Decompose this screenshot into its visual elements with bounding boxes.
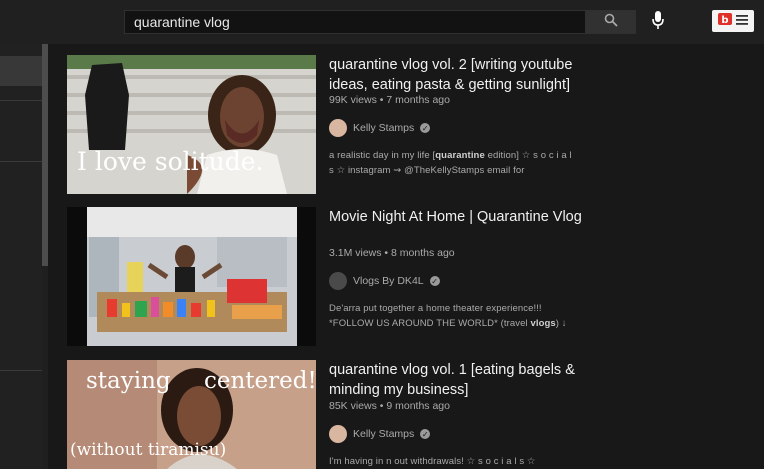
voice-search-button[interactable] <box>648 10 668 34</box>
video-description: a realistic day in my life [quarantine e… <box>329 150 572 176</box>
svg-text:b: b <box>721 15 728 25</box>
avatar[interactable] <box>329 425 347 443</box>
menu-icon <box>736 12 748 30</box>
video-meta: 3.1M views • 8 months ago <box>329 247 455 259</box>
video-description: I'm having in n out withdrawals! ☆ s o c… <box>329 456 536 467</box>
extension-button[interactable]: b <box>712 10 754 32</box>
thumbnail-caption: (without tiramisu) <box>70 440 227 460</box>
scrollbar-thumb[interactable] <box>42 44 48 266</box>
video-title[interactable]: quarantine vlog vol. 1 [eating bagels & … <box>329 360 584 400</box>
channel-link[interactable]: Kelly Stamps ✓ <box>329 425 431 443</box>
channel-name[interactable]: Kelly Stamps <box>353 428 414 440</box>
video-thumbnail[interactable]: staying centered! (without tiramisu) <box>67 360 316 469</box>
channel-link[interactable]: Vlogs By DK4L ✓ <box>329 272 440 290</box>
top-bar: quarantine vlog b <box>0 0 764 44</box>
sidebar-divider <box>0 100 42 101</box>
sidebar-item-active[interactable] <box>0 56 42 86</box>
thumbnail-caption: centered! <box>204 368 316 394</box>
video-meta: 85K views • 9 months ago <box>329 400 450 412</box>
avatar[interactable] <box>329 272 347 290</box>
video-title[interactable]: Movie Night At Home | Quarantine Vlog <box>329 207 584 227</box>
verified-icon: ✓ <box>429 276 440 286</box>
sidebar-divider <box>0 370 42 371</box>
search-input[interactable]: quarantine vlog <box>124 10 586 34</box>
video-meta: 99K views • 7 months ago <box>329 94 450 106</box>
search-icon <box>604 13 618 32</box>
extension-icon: b <box>718 12 732 30</box>
verified-icon: ✓ <box>420 123 431 133</box>
search-button[interactable] <box>586 10 636 34</box>
avatar[interactable] <box>329 119 347 137</box>
video-thumbnail[interactable] <box>67 207 316 346</box>
thumbnail-caption: staying <box>86 368 171 394</box>
video-thumbnail[interactable]: I love solitude. <box>67 55 316 194</box>
video-title[interactable]: quarantine vlog vol. 2 [writing youtube … <box>329 55 584 95</box>
microphone-icon <box>652 10 664 34</box>
verified-icon: ✓ <box>420 429 431 439</box>
channel-name[interactable]: Vlogs By DK4L <box>353 275 424 287</box>
sidebar <box>0 44 42 469</box>
video-description: De'arra put together a home theater expe… <box>329 303 567 329</box>
video-result[interactable]: I love solitude. quarantine vlog vol. 2 … <box>67 55 587 195</box>
thumbnail-caption: I love solitude. <box>77 147 264 176</box>
sidebar-divider <box>0 161 42 162</box>
video-result[interactable]: Movie Night At Home | Quarantine Vlog 3.… <box>67 207 587 347</box>
channel-name[interactable]: Kelly Stamps <box>353 122 414 134</box>
channel-link[interactable]: Kelly Stamps ✓ <box>329 119 431 137</box>
video-result[interactable]: staying centered! (without tiramisu) qua… <box>67 360 587 469</box>
